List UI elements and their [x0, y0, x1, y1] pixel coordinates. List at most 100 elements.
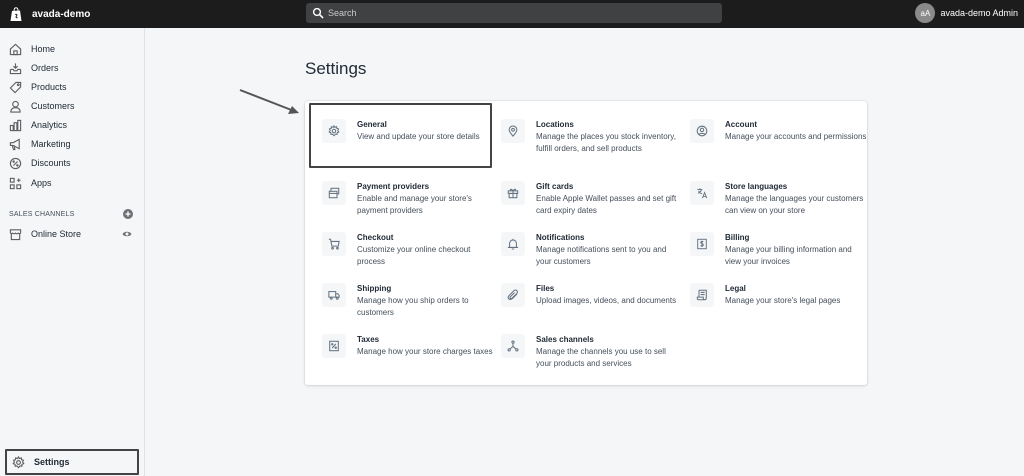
settings-tile-taxes[interactable]: Taxes Manage how your store charges taxes	[322, 334, 500, 358]
tile-title: General	[357, 120, 387, 129]
search-input[interactable]	[328, 8, 708, 18]
store-name: avada-demo	[32, 8, 91, 20]
page-title: Settings	[305, 59, 367, 78]
add-channel-icon[interactable]	[123, 209, 133, 219]
tile-desc: Manage your store's legal pages	[725, 296, 841, 305]
search-icon	[312, 7, 324, 19]
bell-icon	[501, 232, 525, 256]
gear-icon	[11, 455, 25, 469]
settings-tile-general[interactable]: General View and update your store detail…	[322, 119, 500, 143]
sales-channels-label: SALES CHANNELS	[9, 210, 75, 218]
user-menu[interactable]: aA avada-demo Admin	[915, 3, 1018, 23]
cart-icon	[322, 232, 346, 256]
settings-tile-gift-cards[interactable]: Gift cards Enable Apple Wallet passes and…	[501, 181, 679, 217]
tile-title: Payment providers	[357, 182, 430, 191]
settings-card: General View and update your store detail…	[305, 101, 867, 385]
sidebar-item-customers[interactable]: Customers	[8, 97, 75, 115]
settings-tile-shipping[interactable]: Shipping Manage how you ship orders to cu…	[322, 283, 500, 319]
tile-title: Files	[536, 284, 555, 293]
sidebar-item-marketing[interactable]: Marketing	[8, 135, 71, 153]
settings-tile-store-languages[interactable]: Store languages Manage the languages your…	[690, 181, 868, 217]
tile-desc: Manage how your store charges taxes	[357, 347, 493, 356]
user-name: avada-demo Admin	[940, 8, 1018, 18]
sidebar: Home Orders Products Customers Analytics…	[0, 28, 145, 476]
tile-desc: Manage the places you stock inventory, f…	[536, 132, 676, 153]
store-icon	[8, 227, 22, 241]
channels-icon	[501, 334, 525, 358]
tile-desc: Upload images, videos, and documents	[536, 296, 677, 305]
tile-desc: Enable Apple Wallet passes and set gift …	[536, 194, 677, 215]
store-switcher[interactable]: avada-demo	[9, 6, 90, 22]
top-bar: avada-demo aA avada-demo Admin	[0, 0, 1024, 28]
tile-desc: Manage notifications sent to you and you…	[536, 245, 667, 266]
sidebar-item-settings[interactable]: Settings	[5, 449, 139, 475]
tile-title: Billing	[725, 233, 750, 242]
tile-desc: Manage how you ship orders to customers	[357, 296, 469, 317]
sidebar-item-label: Discounts	[31, 158, 71, 168]
location-pin-icon	[501, 119, 525, 143]
tag-icon	[8, 80, 22, 94]
sidebar-item-label: Orders	[31, 63, 59, 73]
tile-desc: Manage your accounts and permissions	[725, 132, 867, 141]
sidebar-item-label: Settings	[34, 457, 70, 467]
settings-tile-files[interactable]: Files Upload images, videos, and document…	[501, 283, 679, 307]
tile-title: Shipping	[357, 284, 392, 293]
sidebar-item-apps[interactable]: Apps	[8, 174, 52, 192]
tile-title: Taxes	[357, 335, 380, 344]
apps-icon	[8, 176, 22, 190]
annotation-arrow-icon	[239, 89, 299, 114]
settings-tile-locations[interactable]: Locations Manage the places you stock inv…	[501, 119, 679, 155]
settings-tile-account[interactable]: Account Manage your accounts and permissi…	[690, 119, 868, 143]
person-icon	[8, 99, 22, 113]
search-bar[interactable]	[306, 3, 722, 23]
scroll-icon	[690, 283, 714, 307]
translate-icon	[690, 181, 714, 205]
tile-title: Locations	[536, 120, 574, 129]
sidebar-item-label: Customers	[31, 101, 75, 111]
settings-tile-checkout[interactable]: Checkout Customize your online checkout p…	[322, 232, 500, 268]
tax-icon	[322, 334, 346, 358]
settings-tile-sales-channels[interactable]: Sales channels Manage the channels you us…	[501, 334, 679, 370]
tile-desc: Manage your billing information and view…	[725, 245, 852, 266]
gift-icon	[501, 181, 525, 205]
tile-title: Notifications	[536, 233, 585, 242]
avatar: aA	[915, 3, 936, 23]
sidebar-item-label: Apps	[31, 178, 52, 188]
sidebar-item-label: Analytics	[31, 120, 68, 130]
sidebar-item-label: Online Store	[31, 229, 82, 239]
tile-title: Gift cards	[536, 182, 574, 191]
sidebar-item-products[interactable]: Products	[8, 78, 67, 96]
sidebar-item-label: Marketing	[31, 139, 71, 149]
gear-icon	[322, 119, 346, 143]
orders-icon	[8, 61, 22, 75]
dollar-icon	[690, 232, 714, 256]
tile-desc: Customize your online checkout process	[357, 245, 471, 266]
bar-chart-icon	[8, 118, 22, 132]
settings-tile-legal[interactable]: Legal Manage your store's legal pages	[690, 283, 868, 307]
megaphone-icon	[8, 137, 22, 151]
tile-title: Account	[725, 120, 757, 129]
sidebar-item-label: Home	[31, 44, 56, 54]
tile-desc: View and update your store details	[357, 132, 480, 141]
tile-title: Store languages	[725, 182, 788, 191]
sidebar-item-analytics[interactable]: Analytics	[8, 116, 67, 134]
sidebar-item-discounts[interactable]: Discounts	[8, 154, 71, 172]
tile-desc: Manage the languages your customers can …	[725, 194, 864, 215]
shopify-bag-icon	[9, 6, 23, 22]
discount-icon	[8, 156, 22, 170]
sidebar-item-orders[interactable]: Orders	[8, 59, 59, 77]
home-icon	[8, 42, 22, 56]
sidebar-item-home[interactable]: Home	[8, 40, 55, 58]
tile-desc: Manage the channels you use to sell your…	[536, 347, 666, 368]
settings-tile-payment-providers[interactable]: Payment providers Enable and manage your …	[322, 181, 500, 217]
sales-channels-header: SALES CHANNELS	[9, 209, 133, 219]
credit-card-icon	[322, 181, 346, 205]
sidebar-item-online-store[interactable]: Online Store	[8, 225, 136, 243]
tile-desc: Enable and manage your store's payment p…	[357, 194, 472, 215]
sidebar-item-label: Products	[31, 82, 67, 92]
eye-icon[interactable]	[122, 229, 132, 239]
paperclip-icon	[501, 283, 525, 307]
tile-title: Checkout	[357, 233, 394, 242]
settings-tile-billing[interactable]: Billing Manage your billing information a…	[690, 232, 868, 268]
settings-tile-notifications[interactable]: Notifications Manage notifications sent t…	[501, 232, 679, 268]
